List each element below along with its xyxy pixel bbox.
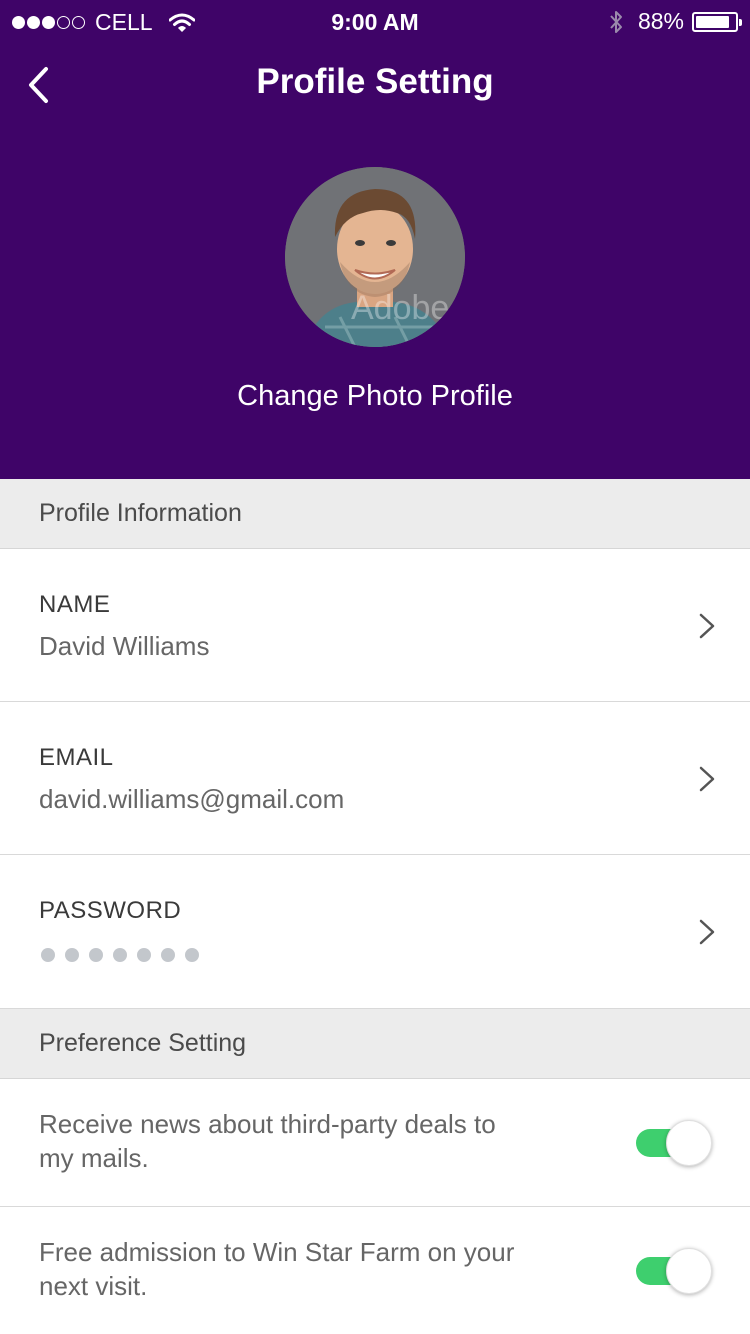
toggle-knob xyxy=(666,1120,712,1166)
section-title: Preference Setting xyxy=(39,1029,247,1057)
avatar[interactable]: Adobe xyxy=(285,167,465,347)
status-right: 88% xyxy=(608,8,742,35)
password-row[interactable]: PASSWORD xyxy=(0,855,750,1009)
password-label: PASSWORD xyxy=(39,897,182,924)
chevron-right-icon xyxy=(699,919,715,945)
preference-row: Free admission to Win Star Farm on your … xyxy=(0,1207,750,1334)
password-mask-dot xyxy=(161,948,175,962)
section-header-preference-setting: Preference Setting xyxy=(0,1009,750,1079)
name-value: David Williams xyxy=(39,631,210,661)
avatar-photo: Adobe xyxy=(285,167,465,347)
change-photo-button[interactable]: Change Photo Profile xyxy=(0,380,750,413)
preference-text: Receive news about third-party deals to … xyxy=(39,1109,496,1173)
battery-icon xyxy=(692,11,742,32)
free-admission-toggle[interactable] xyxy=(636,1248,712,1294)
preference-text: Free admission to Win Star Farm on your … xyxy=(39,1237,515,1301)
toggle-knob xyxy=(666,1248,712,1294)
password-mask-dot xyxy=(89,948,103,962)
email-label: EMAIL xyxy=(39,744,114,771)
preference-row: Receive news about third-party deals to … xyxy=(0,1079,750,1207)
third-party-deals-toggle[interactable] xyxy=(636,1120,712,1166)
page-title: Profile Setting xyxy=(256,62,494,101)
email-value: david.williams@gmail.com xyxy=(39,784,345,814)
password-masked-value xyxy=(41,948,209,962)
password-mask-dot xyxy=(65,948,79,962)
name-row[interactable]: NAME David Williams xyxy=(0,549,750,702)
password-mask-dot xyxy=(137,948,151,962)
email-row[interactable]: EMAIL david.williams@gmail.com xyxy=(0,702,750,855)
section-title: Profile Information xyxy=(39,499,242,527)
battery-percent: 88% xyxy=(637,8,684,34)
status-bar: CELL 9:00 AM 88% xyxy=(0,0,750,44)
chevron-right-icon xyxy=(699,613,715,639)
password-mask-dot xyxy=(113,948,127,962)
chevron-right-icon xyxy=(699,766,715,792)
password-mask-dot xyxy=(185,948,199,962)
avatar-watermark: Adobe xyxy=(351,289,449,327)
profile-header: CELL 9:00 AM 88% Profile Setting Adobe C… xyxy=(0,0,750,479)
password-mask-dot xyxy=(41,948,55,962)
name-label: NAME xyxy=(39,591,111,618)
section-header-profile-information: Profile Information xyxy=(0,479,750,549)
bluetooth-icon xyxy=(610,10,622,33)
